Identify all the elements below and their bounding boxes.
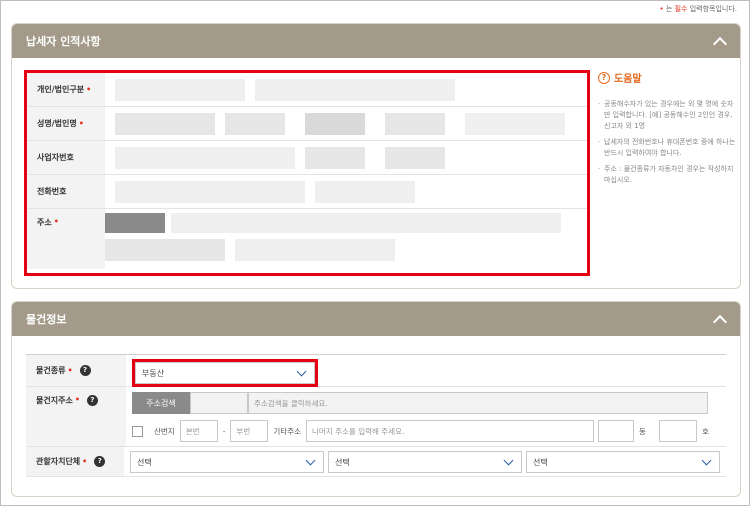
chevron-down-icon	[503, 457, 515, 467]
local-government-label: 관할자치단체 • ?	[26, 447, 124, 476]
property-address-label: 물건지주소 • ?	[26, 387, 126, 446]
sub-lot-number-input[interactable]: 부번	[230, 420, 269, 442]
chevron-down-icon	[701, 457, 713, 467]
list-item: 공동해수자가 있는 경우에는 외 몇 명에 숫자만 입력합니다. [예] 공동해…	[598, 99, 738, 132]
mountain-lot-checkbox[interactable]	[132, 425, 143, 437]
chevron-down-icon	[305, 457, 317, 467]
table-row: 물건종류 • ? 부동산	[26, 355, 726, 387]
property-section-header[interactable]: 물건정보	[12, 302, 740, 336]
main-lot-number-input[interactable]: 본번	[179, 420, 218, 442]
property-section: 물건정보 물건종류 • ? 부동산 물건지주소 • ? 주소검색 주소검색을 클…	[11, 301, 741, 497]
row-label: 주소 •	[27, 209, 105, 269]
table-row: 물건지주소 • ? 주소검색 주소검색을 클릭하세요. 산번지 본번 - 부번 기…	[26, 387, 726, 447]
extra-address-input[interactable]: 나머지 주소를 입력해 주세요.	[306, 420, 595, 442]
property-type-label: 물건종류 • ?	[26, 355, 126, 386]
row-label: 전화번호	[27, 175, 105, 208]
help-icon[interactable]: ?	[94, 456, 106, 467]
property-info-table: 물건종류 • ? 부동산 물건지주소 • ? 주소검색 주소검색을 클릭하세요.…	[26, 354, 726, 477]
ho-input[interactable]	[658, 420, 697, 442]
list-item: 납세자의 전화번호나 휴대폰번호 중에 하나는 반드시 입력하여야 합니다.	[598, 137, 738, 159]
redacted-value	[105, 209, 587, 269]
help-list: 공동해수자가 있는 경우에는 외 몇 명에 숫자만 입력합니다. [예] 공동해…	[598, 99, 738, 186]
city-select[interactable]: 선택	[328, 451, 522, 473]
redacted-value	[105, 141, 587, 174]
table-row: 사업자번호	[27, 141, 587, 175]
taxpayer-section: 납세자 인적사항 개인/법인구분 • 성명/법인명 • 사업자번호 전화번호 주…	[11, 23, 741, 289]
chevron-down-icon	[296, 368, 308, 378]
table-row: 관할자치단체 • ? 선택 선택 선택	[26, 447, 726, 477]
row-label: 개인/법인구분 •	[27, 73, 105, 106]
address-field: 주소검색을 클릭하세요.	[248, 392, 708, 414]
taxpayer-section-title: 납세자 인적사항	[26, 35, 101, 48]
table-row: 개인/법인구분 •	[27, 73, 587, 107]
table-row: 주소 •	[27, 209, 587, 269]
required-notice: • 는 필수 입력항목입니다.	[659, 5, 737, 13]
province-select[interactable]: 선택	[130, 451, 324, 473]
redacted-value	[105, 73, 587, 106]
dong-input[interactable]	[598, 420, 635, 442]
taxpayer-info-table: 개인/법인구분 • 성명/법인명 • 사업자번호 전화번호 주소 •	[24, 70, 590, 276]
redacted-value	[105, 175, 587, 208]
district-select[interactable]: 선택	[526, 451, 720, 473]
property-type-select[interactable]: 부동산	[135, 362, 315, 384]
help-icon[interactable]: ?	[86, 395, 98, 406]
property-type-highlight: 부동산	[132, 359, 318, 387]
chevron-up-icon[interactable]	[712, 312, 726, 326]
table-row: 전화번호	[27, 175, 587, 209]
taxpayer-section-header[interactable]: 납세자 인적사항	[12, 24, 740, 58]
redacted-value	[105, 107, 587, 140]
zipcode-field	[190, 392, 248, 414]
address-search-button[interactable]: 주소검색	[132, 392, 190, 414]
list-item: 주소 : 물건종류가 자동차인 경우는 작성하지 마십시오.	[598, 164, 738, 186]
row-label: 성명/법인명 •	[27, 107, 105, 140]
table-row: 성명/법인명 •	[27, 107, 587, 141]
chevron-up-icon[interactable]	[712, 34, 726, 48]
help-icon[interactable]: ?	[79, 365, 91, 376]
question-circle-icon: ?	[598, 71, 610, 84]
row-label: 사업자번호	[27, 141, 105, 174]
help-title: ? 도움말	[598, 70, 738, 85]
property-section-title: 물건정보	[26, 313, 67, 326]
help-panel: ? 도움말 공동해수자가 있는 경우에는 외 몇 명에 숫자만 입력합니다. […	[598, 70, 738, 191]
